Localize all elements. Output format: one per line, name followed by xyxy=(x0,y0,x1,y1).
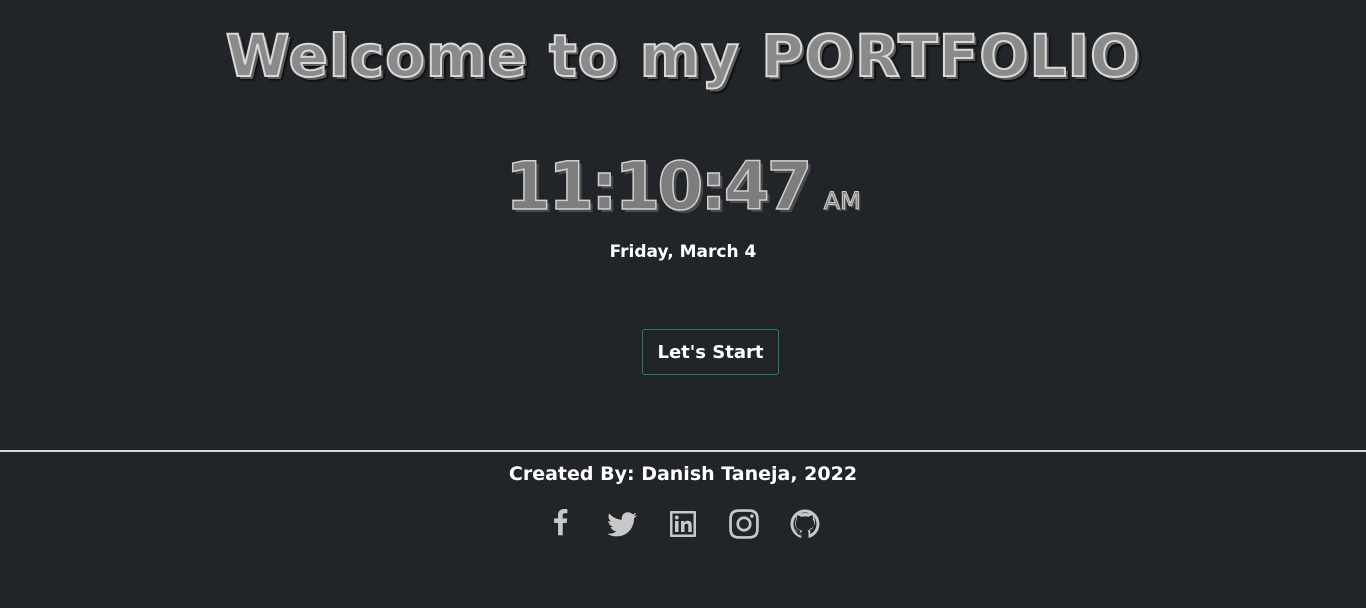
facebook-icon xyxy=(553,509,568,536)
linkedin-link[interactable] xyxy=(665,508,701,544)
digital-clock: 11:10:47 AM xyxy=(0,147,1366,226)
current-date: Friday, March 4 xyxy=(609,242,757,262)
portfolio-landing: Welcome to my PORTFOLIO 11:10:47 AM Frida… xyxy=(0,0,1366,608)
twitter-icon xyxy=(607,512,637,537)
facebook-link[interactable] xyxy=(543,508,579,544)
page-title: Welcome to my PORTFOLIO xyxy=(225,21,1141,91)
github-link[interactable] xyxy=(787,508,823,544)
github-icon xyxy=(790,509,820,538)
footer-credit: Created By: Danish Taneja, 2022 xyxy=(508,463,858,485)
instagram-link[interactable] xyxy=(726,508,762,544)
twitter-link[interactable] xyxy=(604,508,640,544)
clock-time: 11:10:47 xyxy=(505,147,814,226)
clock-period: AM xyxy=(823,187,861,216)
instagram-icon xyxy=(729,509,759,539)
lets-start-button[interactable]: Let's Start xyxy=(642,329,779,375)
linkedin-icon xyxy=(670,511,696,537)
footer-divider xyxy=(0,450,1366,452)
social-links xyxy=(0,508,1366,544)
